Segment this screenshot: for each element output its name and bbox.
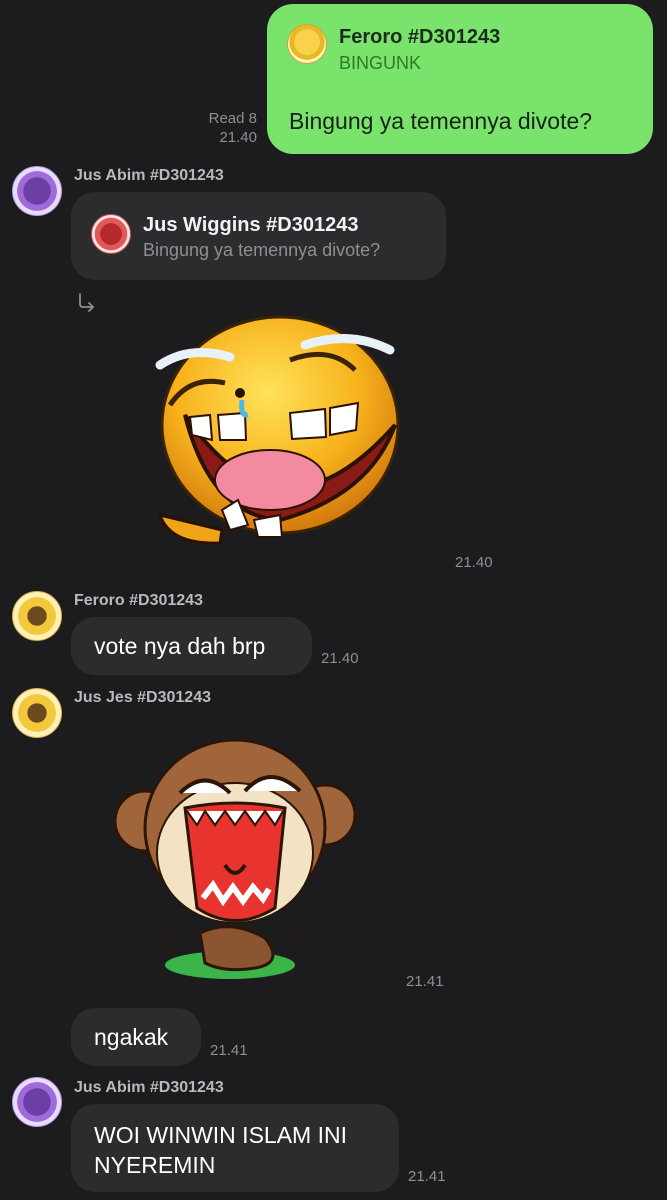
message-text: ngakak (94, 1024, 169, 1050)
crying-laughing-emoji-sticker[interactable] (130, 305, 440, 560)
sender-name: Jus Jes #D301243 (74, 689, 211, 706)
message-text-line-1: WOI WINWIN ISLAM INI (94, 1122, 347, 1148)
quoted-sender-name: Feroro #D301243 (339, 26, 501, 48)
message-time: 21.41 (408, 1168, 446, 1185)
sender-name: Jus Abim #D301243 (74, 167, 224, 184)
avatar[interactable] (12, 166, 62, 216)
message-bubble[interactable]: WOI WINWIN ISLAM INI NYEREMIN (71, 1104, 399, 1192)
laughing-monkey-sticker[interactable] (105, 733, 365, 983)
quoted-avatar (91, 214, 131, 254)
message-time: 21.41 (210, 1042, 248, 1059)
message-time: 21.41 (406, 973, 444, 990)
read-receipt: Read 8 (208, 110, 257, 127)
message-time: 21.40 (219, 129, 257, 146)
message-text: Bingung ya temennya divote? (289, 108, 593, 134)
sender-name: Feroro #D301243 (74, 592, 203, 609)
message-time: 21.40 (321, 650, 359, 667)
outgoing-message-bubble[interactable]: Feroro #D301243 BINGUNK Bingung ya temen… (267, 4, 653, 154)
avatar[interactable] (12, 591, 62, 641)
message-bubble[interactable]: ngakak (71, 1008, 201, 1066)
message-bubble[interactable]: vote nya dah brp (71, 617, 312, 675)
quoted-sender-name: Jus Wiggins #D301243 (143, 214, 359, 236)
avatar[interactable] (12, 1077, 62, 1127)
reply-arrow-icon[interactable] (76, 292, 98, 314)
avatar[interactable] (12, 688, 62, 738)
message-text: vote nya dah brp (94, 633, 266, 659)
reply-message-bubble[interactable]: Jus Wiggins #D301243 Bingung ya temennya… (71, 192, 446, 280)
quoted-message-text: BINGUNK (339, 53, 422, 73)
quoted-message-text: Bingung ya temennya divote? (143, 240, 381, 260)
sender-name: Jus Abim #D301243 (74, 1079, 224, 1096)
quoted-avatar (287, 24, 327, 64)
message-text-line-2: NYEREMIN (94, 1152, 216, 1178)
message-time: 21.40 (455, 554, 493, 571)
